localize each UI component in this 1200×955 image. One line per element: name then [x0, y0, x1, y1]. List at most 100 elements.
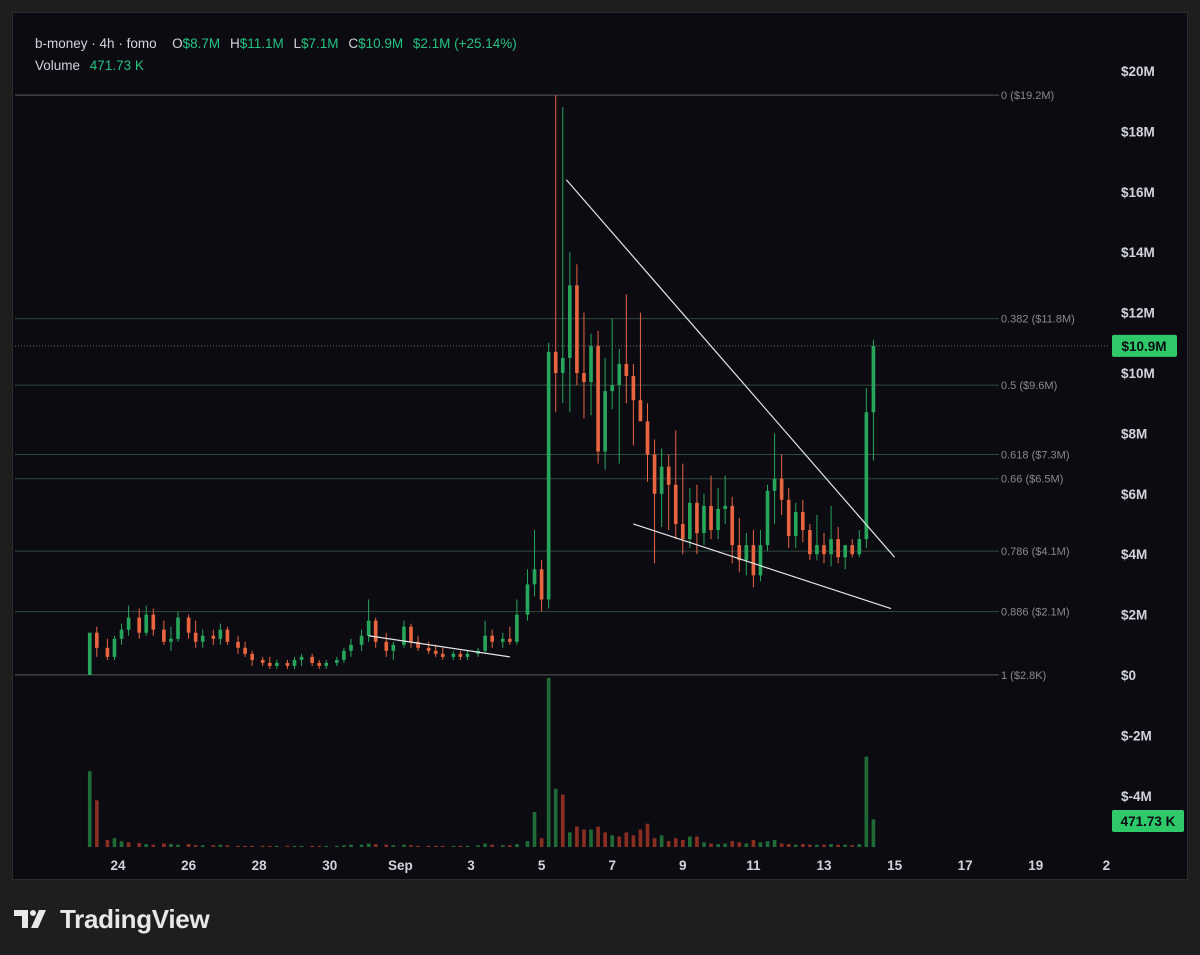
- tradingview-logo-icon: [14, 910, 46, 928]
- candle-body: [384, 641, 389, 651]
- time-axis-tick: 3: [467, 858, 475, 873]
- candle-body: [610, 385, 615, 392]
- fib-level-label: 0 ($19.2M): [1001, 90, 1054, 102]
- candle-body: [793, 511, 798, 537]
- time-axis-tick: 7: [608, 858, 616, 873]
- candle-body: [688, 502, 692, 540]
- candle-body: [433, 650, 438, 654]
- candle-body: [186, 617, 191, 633]
- low-label: L: [293, 36, 302, 51]
- candle-body: [871, 345, 876, 413]
- volume-bar: [680, 840, 685, 847]
- volume-bar: [267, 845, 272, 847]
- volume-bar: [800, 844, 805, 847]
- volume-bar: [808, 844, 812, 847]
- candlestick-chart[interactable]: 0 ($19.2M) 0.382 ($11.8M) 0.5 ($9.6M) 0.618…: [13, 13, 1189, 881]
- volume-bar: [275, 845, 279, 847]
- volume-bar: [617, 836, 622, 847]
- candle-body: [310, 656, 314, 663]
- volume-bar: [193, 845, 198, 847]
- volume-bar: [342, 845, 346, 847]
- volume-bar: [515, 844, 519, 847]
- volume-bar: [211, 845, 216, 847]
- candle-body: [603, 391, 607, 452]
- volume-bar: [87, 771, 92, 847]
- volume-bar: [508, 845, 512, 847]
- interval-label[interactable]: 4h: [100, 36, 115, 51]
- candle-body: [260, 659, 265, 663]
- price-axis-tick: $-2M: [1121, 728, 1152, 743]
- candle-body: [638, 400, 643, 422]
- candle-body: [836, 539, 840, 558]
- chart-panel[interactable]: 0 ($19.2M) 0.382 ($11.8M) 0.5 ($9.6M) 0.618…: [12, 12, 1188, 880]
- fib-retracement: 0 ($19.2M) 0.382 ($11.8M) 0.5 ($9.6M) 0.618…: [15, 90, 1075, 682]
- volume-bar: [465, 845, 470, 847]
- volume-bar: [409, 845, 413, 847]
- candle-body: [617, 363, 622, 386]
- candle-body: [772, 478, 777, 491]
- time-axis-tick: 15: [887, 858, 903, 873]
- candle-body: [112, 638, 117, 657]
- candle-body: [162, 629, 166, 642]
- trendline: [565, 179, 896, 558]
- open-label: O: [172, 36, 183, 51]
- volume-bar: [373, 844, 378, 847]
- volume-bar: [751, 840, 756, 847]
- volume-bar: [695, 836, 699, 847]
- volume-bar: [451, 845, 456, 847]
- symbol-legend: b-money · 4h · fomo O$8.7M H$11.1M L$7.1…: [35, 36, 523, 51]
- volume-bar: [836, 844, 840, 847]
- volume-bar: [758, 842, 763, 847]
- candle-body: [402, 626, 406, 645]
- time-axis-tick: 5: [538, 858, 546, 873]
- candle-body: [575, 285, 579, 373]
- volume-label[interactable]: Volume: [35, 58, 80, 73]
- volume-legend: Volume 471.73 K: [35, 58, 150, 73]
- volume-bar: [772, 840, 777, 847]
- symbol-name[interactable]: b-money: [35, 36, 88, 51]
- volume-bar: [285, 845, 290, 847]
- volume-bar: [659, 835, 664, 847]
- candle-body: [193, 632, 198, 642]
- last-price-label: $10.9M: [1121, 339, 1166, 354]
- candle-body: [211, 635, 216, 639]
- tradingview-brand[interactable]: TradingView: [14, 902, 210, 936]
- time-axis-tick: 13: [816, 858, 832, 873]
- volume-bar: [458, 845, 463, 847]
- volume-bar: [426, 845, 431, 847]
- volume-bar: [603, 832, 607, 847]
- trendline: [633, 523, 892, 610]
- volume-bar: [176, 844, 180, 847]
- candle-body: [843, 545, 848, 558]
- candle-body: [126, 617, 131, 630]
- high-value: $11.1M: [239, 36, 284, 51]
- candle-body: [342, 650, 346, 660]
- candle-body: [765, 490, 770, 546]
- candle-body: [137, 617, 142, 633]
- candle-body: [483, 635, 487, 651]
- volume-bar: [490, 844, 495, 847]
- candle-body: [716, 508, 720, 531]
- volume-bar: [359, 844, 364, 847]
- volume-bar: [126, 842, 131, 847]
- high-label: H: [229, 36, 240, 51]
- candle-body: [695, 502, 699, 534]
- volume-bar: [137, 842, 142, 847]
- volume-bar: [765, 841, 770, 847]
- candle-body: [292, 659, 297, 666]
- candle-body: [119, 629, 124, 639]
- candle-body: [169, 638, 173, 642]
- volume-bar: [673, 838, 678, 847]
- volume-bar: [829, 844, 833, 847]
- volume-bar: [539, 838, 544, 847]
- volume-bar: [317, 845, 322, 847]
- volume-bar: [299, 845, 304, 847]
- candle-body: [275, 662, 279, 666]
- volume-bar: [843, 844, 848, 847]
- candle-body: [176, 617, 180, 639]
- volume-bar: [589, 829, 593, 847]
- time-axis-tick: 17: [958, 858, 973, 873]
- volume-bar: [638, 829, 643, 847]
- candle-body: [815, 545, 819, 555]
- price-axis-tick: $18M: [1121, 124, 1155, 139]
